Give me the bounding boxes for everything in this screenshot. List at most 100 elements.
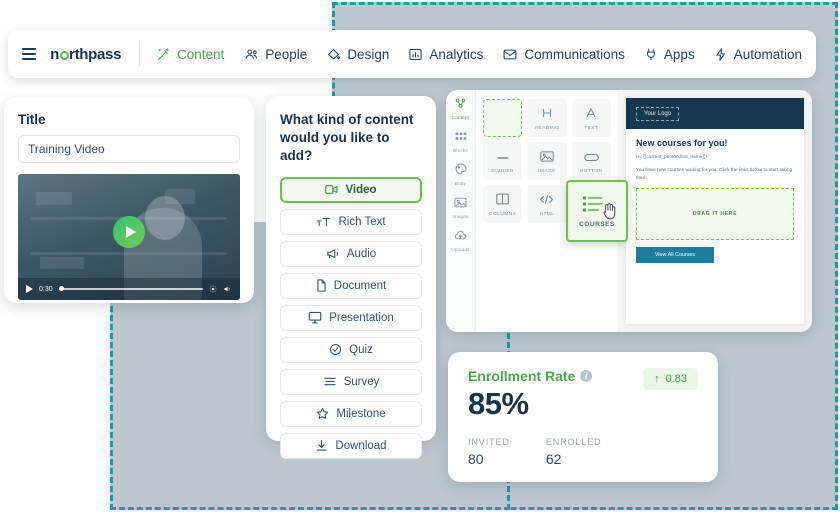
nav-item-analytics[interactable]: Analytics <box>408 47 483 62</box>
block-text[interactable]: TEXT <box>571 99 611 137</box>
email-builder-panel: Content Blocks Body Images Uploads HEADI… <box>446 90 812 332</box>
option-rich-text[interactable]: Rich Text <box>280 208 422 235</box>
enrollment-title-row: Enrollment Rate i <box>468 368 593 384</box>
block-heading[interactable]: HEADING <box>527 99 567 137</box>
nav-items: Content People Design Analytics Communic… <box>156 47 802 62</box>
video-time: 0:30 <box>39 285 53 293</box>
stat-label-invited: INVITED <box>468 437 510 447</box>
document-icon <box>316 279 327 292</box>
screenshot-root: n rthpass Content People Design Analytic… <box>0 0 840 512</box>
gear-icon[interactable] <box>209 280 217 298</box>
builder-sidebar-item-blocks[interactable]: Blocks <box>446 129 475 153</box>
block-label-html: HTML <box>539 211 555 217</box>
content-nodes-icon <box>455 98 466 108</box>
option-label-rich-text: Rich Text <box>338 215 386 228</box>
northpass-logo[interactable]: n rthpass <box>50 46 121 63</box>
hamburger-menu-icon[interactable] <box>22 48 37 60</box>
picker-question: What kind of content would you like to a… <box>280 111 422 166</box>
block-empty-slot[interactable] <box>483 99 523 137</box>
nav-item-content[interactable]: Content <box>156 47 224 62</box>
check-circle-icon <box>329 343 342 356</box>
trend-up-arrow-icon: ↑ <box>654 373 660 385</box>
email-greeting: Hi, {{current_person.first_name}}! <box>636 155 707 160</box>
builder-sidebar-item-content[interactable]: Content <box>446 96 475 120</box>
megaphone-icon <box>326 248 340 260</box>
envelope-icon <box>502 47 518 62</box>
block-label-button: BUTTON <box>580 168 603 174</box>
top-navigation-bar: n rthpass Content People Design Analytic… <box>8 30 816 78</box>
picker-question-line1: What kind of content <box>280 112 414 127</box>
builder-sidebar-item-uploads[interactable]: Uploads <box>446 228 475 252</box>
email-body: New courses for you! Hi, {{current_perso… <box>626 129 804 264</box>
info-icon[interactable]: i <box>580 370 593 382</box>
builder-sidebar-label-uploads: Uploads <box>451 247 470 252</box>
grid-blocks-icon <box>455 132 466 140</box>
builder-sidebar-item-body[interactable]: Body <box>446 162 475 186</box>
option-quiz[interactable]: Quiz <box>280 336 422 363</box>
video-camera-icon <box>325 184 338 195</box>
enrollment-trend-badge: ↑ 0.83 <box>643 368 698 390</box>
block-button[interactable]: BUTTON <box>571 142 611 180</box>
option-video[interactable]: Video <box>280 176 422 203</box>
video-controls: 0:30 <box>18 278 240 300</box>
speaker-icon[interactable] <box>223 280 232 298</box>
magic-wand-icon <box>156 47 171 62</box>
email-heading: New courses for you! <box>636 138 728 148</box>
option-label-quiz: Quiz <box>349 343 373 356</box>
option-presentation[interactable]: Presentation <box>280 304 422 331</box>
builder-sidebar: Content Blocks Body Images Uploads <box>446 90 476 332</box>
dragged-courses-block[interactable]: COURSES <box>566 180 628 242</box>
play-small-icon[interactable] <box>26 285 33 293</box>
video-scrubber[interactable] <box>58 286 203 291</box>
block-divider[interactable]: DIVIDER <box>483 142 523 180</box>
nav-label-apps: Apps <box>663 46 695 62</box>
lightning-bolt-icon <box>714 47 728 62</box>
option-label-document: Document <box>333 279 387 292</box>
option-download[interactable]: Download <box>280 432 422 459</box>
nav-label-automation: Automation <box>733 46 802 62</box>
nav-item-design[interactable]: Design <box>326 47 389 62</box>
option-survey[interactable]: Survey <box>280 368 422 395</box>
email-cta-button[interactable]: View All Courses <box>636 247 714 264</box>
title-label: Title <box>18 112 46 127</box>
block-html[interactable]: HTML <box>527 185 567 223</box>
builder-sidebar-label-blocks: Blocks <box>453 148 468 153</box>
nav-item-people[interactable]: People <box>243 47 307 62</box>
block-columns[interactable]: COLUMNS <box>483 185 523 223</box>
video-player[interactable]: 0:30 <box>18 174 240 300</box>
title-input[interactable] <box>18 135 240 163</box>
nav-label-content: Content <box>176 46 225 62</box>
option-label-presentation: Presentation <box>329 311 394 324</box>
bar-chart-icon <box>408 47 423 62</box>
nav-item-communications[interactable]: Communications <box>502 47 625 62</box>
enrollment-title-group: Enrollment Rate i 85% <box>468 368 593 422</box>
nav-item-apps[interactable]: Apps <box>644 47 695 62</box>
nav-label-analytics: Analytics <box>429 46 484 62</box>
stat-invited: INVITED 80 <box>468 437 510 467</box>
builder-sidebar-label-images: Images <box>452 214 469 219</box>
stat-enrolled: ENROLLED 62 <box>546 437 602 467</box>
email-dropzone[interactable]: DRAG IT HERE <box>636 188 794 241</box>
text-format-icon <box>316 216 331 228</box>
nav-item-automation[interactable]: Automation <box>714 47 802 62</box>
image-icon <box>454 197 467 208</box>
stat-value-invited: 80 <box>468 451 484 467</box>
palette-icon <box>455 163 467 175</box>
paint-bucket-icon <box>326 47 341 62</box>
option-document[interactable]: Document <box>280 272 422 299</box>
block-label-divider: DIVIDER <box>491 168 514 174</box>
option-audio[interactable]: Audio <box>280 240 422 267</box>
block-label-text: TEXT <box>584 125 599 131</box>
play-icon[interactable] <box>113 215 145 248</box>
email-cta-label: View All Courses <box>654 252 696 259</box>
option-milestone[interactable]: Milestone <box>280 400 422 427</box>
block-image[interactable]: IMAGE <box>527 142 567 180</box>
option-label-video: Video <box>345 183 377 196</box>
enrollment-rate-card: Enrollment Rate i 85% ↑ 0.83 INVITED 80 … <box>448 352 718 482</box>
logo-placeholder[interactable]: Your Logo <box>636 106 680 121</box>
block-label-columns: COLUMNS <box>489 211 517 217</box>
heading-h-icon <box>541 106 553 124</box>
builder-sidebar-label-body: Body <box>454 181 467 186</box>
enrollment-header: Enrollment Rate i 85% ↑ 0.83 <box>468 368 698 422</box>
builder-sidebar-item-images[interactable]: Images <box>446 195 475 219</box>
